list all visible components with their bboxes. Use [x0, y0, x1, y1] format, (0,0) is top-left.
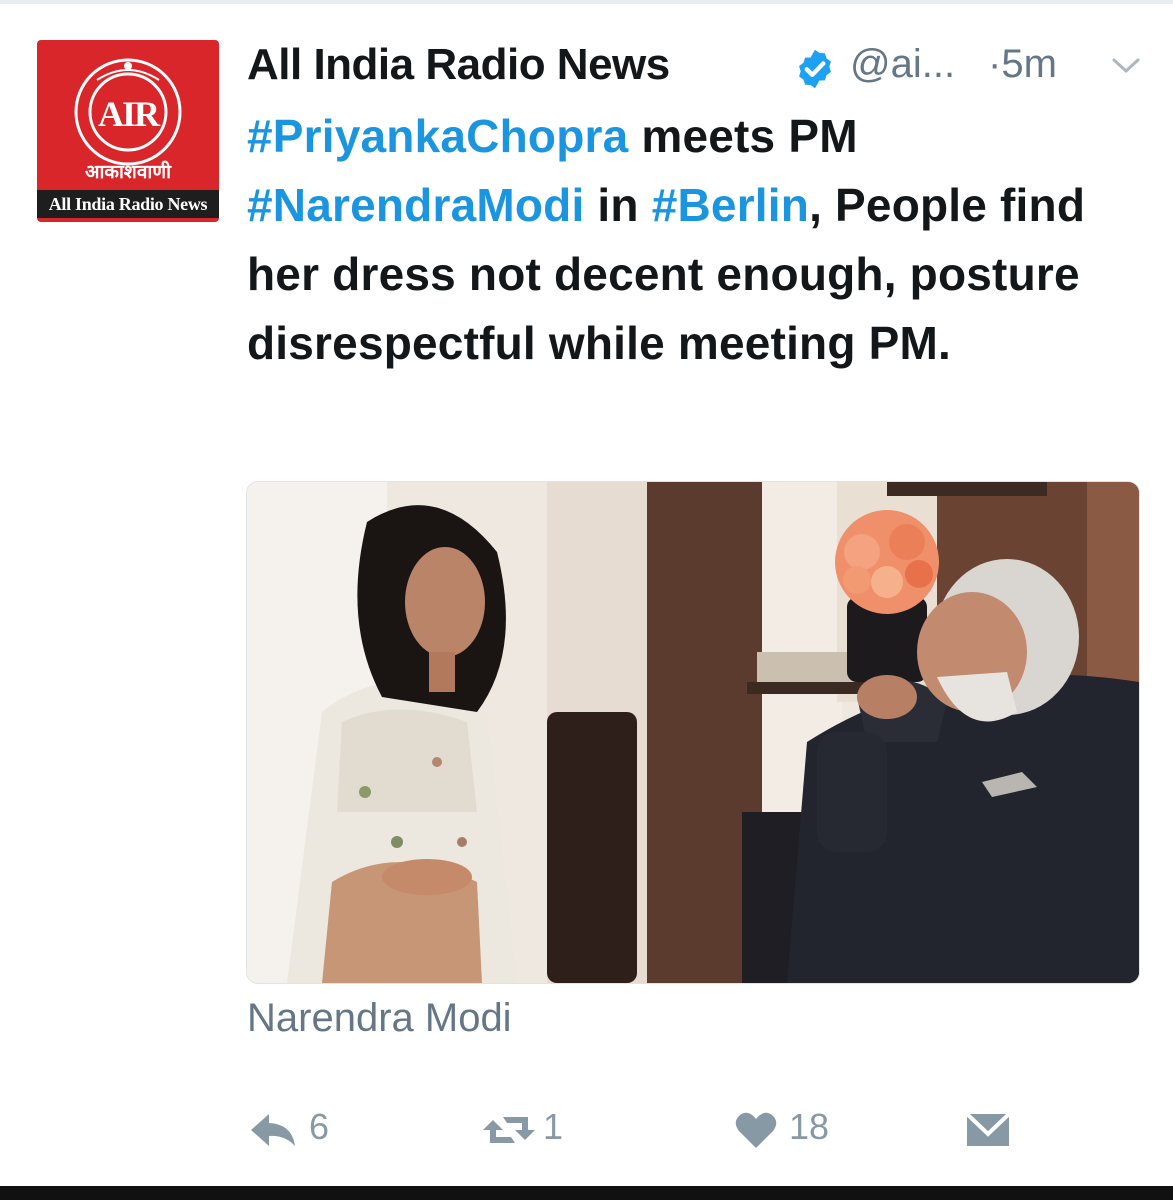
avatar-caption: All India Radio News: [37, 190, 219, 218]
handle[interactable]: @ai...: [850, 42, 955, 87]
display-name[interactable]: All India Radio News: [247, 40, 670, 90]
avatar-hindi-label: आकाशवाणी: [85, 161, 171, 183]
reply-count: 6: [309, 1106, 330, 1147]
photo-image: [247, 482, 1139, 983]
profile-avatar[interactable]: AIR आकाशवाणी All India Radio News: [37, 40, 219, 222]
direct-message-icon: [965, 1112, 1011, 1146]
hashtag-link[interactable]: #PriyankaChopra: [247, 110, 628, 162]
timestamp[interactable]: ·5m: [988, 42, 1057, 87]
tweet-text: #PriyankaChopra meets PM #NarendraModi i…: [247, 102, 1147, 378]
heart-icon: [735, 1112, 777, 1148]
tweet-actions: 6 1 18: [247, 1100, 1147, 1160]
verified-badge-icon: [793, 47, 837, 96]
direct-message-button[interactable]: [965, 1100, 1015, 1160]
retweet-icon: [483, 1117, 535, 1143]
photo-tagged-person[interactable]: Narendra Modi: [247, 996, 512, 1041]
reply-icon: [251, 1114, 295, 1146]
retweet-count: 1: [543, 1106, 564, 1147]
hashtag-link[interactable]: #Berlin: [652, 179, 809, 231]
svg-text:AIR: AIR: [98, 94, 161, 134]
bottom-border: [0, 1186, 1173, 1200]
tweet-header: All India Radio News @ai... ·5m: [247, 38, 1147, 94]
chevron-down-icon[interactable]: [1111, 56, 1141, 81]
tweet-photo[interactable]: [246, 481, 1140, 984]
like-count: 18: [789, 1106, 830, 1147]
retweet-button[interactable]: 1: [483, 1100, 593, 1160]
top-border: [0, 0, 1173, 4]
like-button[interactable]: 18: [734, 1100, 844, 1160]
tweet-text-segment: in: [584, 179, 652, 231]
tweet-text-segment: meets PM: [628, 110, 858, 162]
reply-button[interactable]: 6: [247, 1100, 357, 1160]
hashtag-link[interactable]: #NarendraModi: [247, 179, 584, 231]
